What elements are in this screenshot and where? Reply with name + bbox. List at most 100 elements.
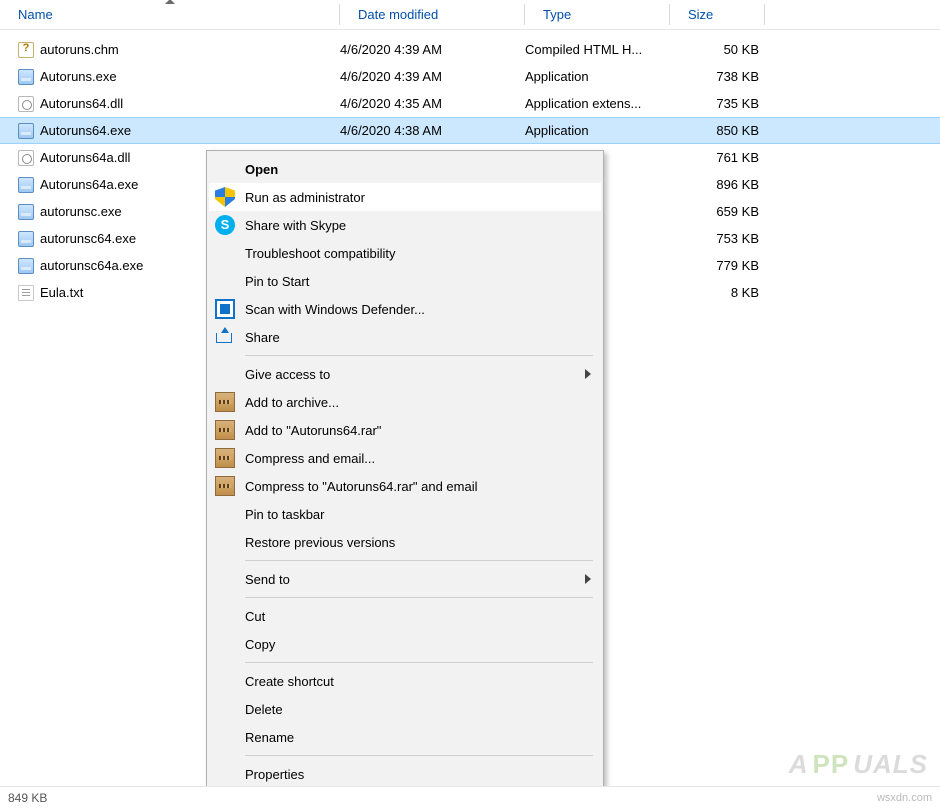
file-date: 4/6/2020 4:38 AM: [340, 123, 525, 138]
menu-item-rename[interactable]: Rename: [209, 723, 601, 751]
blank-icon: [215, 699, 235, 719]
file-name: autorunsc.exe: [40, 204, 122, 219]
app-file-icon: [18, 69, 34, 85]
context-menu: Open Run as administrator Share with Skype…: [206, 150, 604, 793]
menu-item-label: Compress to "Autoruns64.rar" and email: [245, 479, 591, 494]
file-row[interactable]: autoruns.chm4/6/2020 4:39 AMCompiled HTM…: [0, 36, 940, 63]
menu-item-label: Open: [245, 162, 591, 177]
header-date[interactable]: Date modified: [340, 0, 525, 29]
file-name: autorunsc64a.exe: [40, 258, 143, 273]
file-row[interactable]: Autoruns64.dll 4/6/2020 4:35 AMApplicatio…: [0, 90, 940, 117]
app-file-icon: [18, 123, 34, 139]
file-size: 735 KB: [670, 96, 765, 111]
menu-item-label: Cut: [245, 609, 591, 624]
header-size[interactable]: Size: [670, 0, 765, 29]
rar-icon: [215, 476, 235, 496]
menu-item-label: Create shortcut: [245, 674, 591, 689]
attribution-text: wsxdn.com: [877, 792, 932, 804]
menu-separator: [245, 662, 593, 663]
menu-item-pin-to-taskbar[interactable]: Pin to taskbar: [209, 500, 601, 528]
menu-item-give-access-to[interactable]: Give access to: [209, 360, 601, 388]
menu-item-label: Scan with Windows Defender...: [245, 302, 591, 317]
menu-item-scan-with-windows-defender[interactable]: Scan with Windows Defender...: [209, 295, 601, 323]
file-name: Autoruns64a.dll: [40, 150, 130, 165]
app-file-icon: [18, 231, 34, 247]
menu-separator: [245, 597, 593, 598]
menu-item-share-with-skype[interactable]: Share with Skype: [209, 211, 601, 239]
file-date: 4/6/2020 4:35 AM: [340, 96, 525, 111]
header-name[interactable]: Name: [0, 0, 340, 29]
file-name: autoruns.chm: [40, 42, 119, 57]
menu-item-copy[interactable]: Copy: [209, 630, 601, 658]
header-separator[interactable]: [764, 4, 765, 25]
file-name: Autoruns64a.exe: [40, 177, 138, 192]
status-bar: 849 KB wsxdn.com: [0, 786, 940, 808]
menu-item-add-to-autoruns64-rar[interactable]: Add to "Autoruns64.rar": [209, 416, 601, 444]
dll-file-icon: [18, 96, 34, 112]
menu-item-pin-to-start[interactable]: Pin to Start: [209, 267, 601, 295]
file-name: Eula.txt: [40, 285, 83, 300]
header-size-label: Size: [688, 7, 713, 22]
menu-item-label: Share with Skype: [245, 218, 591, 233]
status-text: 849 KB: [8, 791, 47, 805]
menu-item-label: Restore previous versions: [245, 535, 591, 550]
header-type-label: Type: [543, 7, 571, 22]
header-type[interactable]: Type: [525, 0, 670, 29]
blank-icon: [215, 271, 235, 291]
menu-separator: [245, 560, 593, 561]
menu-item-label: Add to archive...: [245, 395, 591, 410]
file-name: Autoruns.exe: [40, 69, 117, 84]
watermark-letters: PP: [813, 749, 850, 780]
blank-icon: [215, 606, 235, 626]
file-type: Application: [525, 123, 670, 138]
menu-item-run-as-administrator[interactable]: Run as administrator: [209, 183, 601, 211]
blank-icon: [215, 634, 235, 654]
file-size: 8 KB: [670, 285, 765, 300]
menu-item-label: Compress and email...: [245, 451, 591, 466]
blank-icon: [215, 532, 235, 552]
blank-icon: [215, 364, 235, 384]
file-type: Application: [525, 69, 670, 84]
watermark-logo: APPUALS: [789, 749, 928, 780]
menu-item-compress-to-autoruns64-rar-and-email[interactable]: Compress to "Autoruns64.rar" and email: [209, 472, 601, 500]
file-row[interactable]: Autoruns.exe4/6/2020 4:39 AMApplication7…: [0, 63, 940, 90]
file-size: 738 KB: [670, 69, 765, 84]
menu-item-send-to[interactable]: Send to: [209, 565, 601, 593]
app-file-icon: [18, 204, 34, 220]
skype-icon: [215, 215, 235, 235]
shield-icon: [215, 187, 235, 207]
file-row[interactable]: Autoruns64.exe4/6/2020 4:38 AMApplicatio…: [0, 117, 940, 144]
blank-icon: [215, 727, 235, 747]
menu-item-compress-and-email[interactable]: Compress and email...: [209, 444, 601, 472]
menu-item-label: Pin to taskbar: [245, 507, 591, 522]
defender-icon: [215, 299, 235, 319]
chevron-right-icon: [585, 369, 591, 379]
dll-file-icon: [18, 150, 34, 166]
menu-item-cut[interactable]: Cut: [209, 602, 601, 630]
menu-item-label: Run as administrator: [245, 190, 591, 205]
blank-icon: [215, 159, 235, 179]
menu-item-label: Rename: [245, 730, 591, 745]
rar-icon: [215, 448, 235, 468]
menu-item-label: Share: [245, 330, 591, 345]
menu-item-label: Properties: [245, 767, 591, 782]
menu-item-restore-previous-versions[interactable]: Restore previous versions: [209, 528, 601, 556]
menu-separator: [245, 755, 593, 756]
column-headers: Name Date modified Type Size: [0, 0, 940, 30]
file-size: 50 KB: [670, 42, 765, 57]
menu-item-delete[interactable]: Delete: [209, 695, 601, 723]
menu-item-share[interactable]: Share: [209, 323, 601, 351]
blank-icon: [215, 671, 235, 691]
menu-item-open[interactable]: Open: [209, 155, 601, 183]
chevron-right-icon: [585, 574, 591, 584]
menu-item-add-to-archive[interactable]: Add to archive...: [209, 388, 601, 416]
menu-item-troubleshoot-compatibility[interactable]: Troubleshoot compatibility: [209, 239, 601, 267]
blank-icon: [215, 243, 235, 263]
menu-item-create-shortcut[interactable]: Create shortcut: [209, 667, 601, 695]
blank-icon: [215, 764, 235, 784]
header-date-label: Date modified: [358, 7, 438, 22]
file-type: Application extens...: [525, 96, 670, 111]
file-size: 761 KB: [670, 150, 765, 165]
file-name: Autoruns64.dll: [40, 96, 123, 111]
menu-item-properties[interactable]: Properties: [209, 760, 601, 788]
